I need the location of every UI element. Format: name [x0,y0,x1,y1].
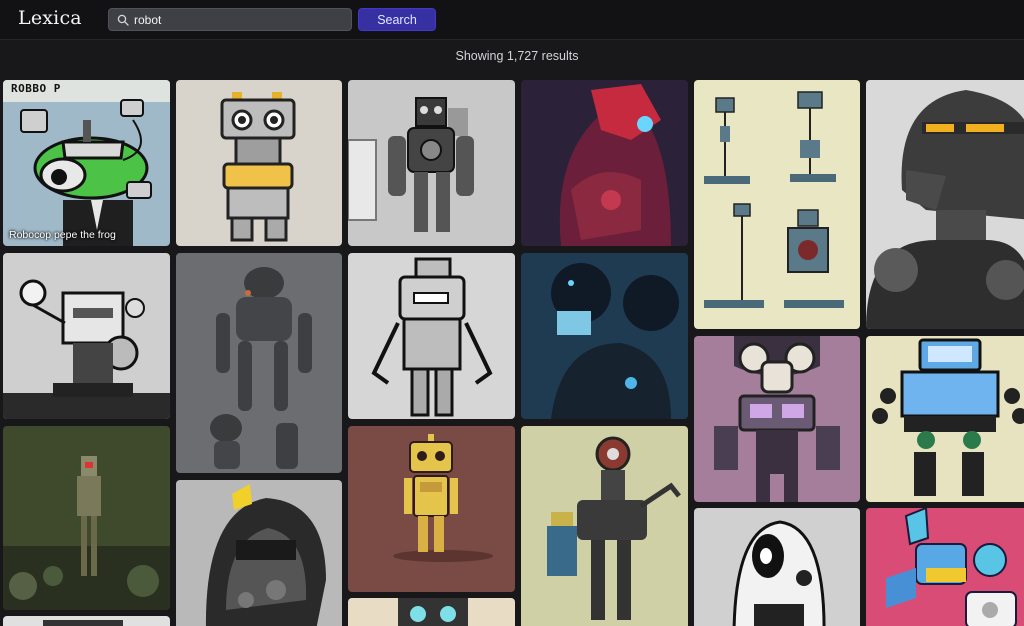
image-caption: Robocop pepe the frog [9,229,116,241]
result-image-sketch-robot[interactable] [3,253,170,419]
result-image-green-robot[interactable] [3,426,170,610]
purple-robot-illustration [694,336,860,502]
result-image-blue-screen-robot[interactable] [866,336,1024,502]
lineart-robot-illustration [348,253,515,419]
yellow-robot-illustration [348,426,515,592]
mono-robot-illustration [694,508,860,626]
result-image-helmet-robot[interactable] [176,480,342,626]
red-armor-robot-illustration [521,80,688,246]
partial-illustration [3,616,170,626]
search-box[interactable] [108,8,352,31]
helmet-robot-illustration [176,480,342,626]
mechanical-robot-illustration [521,426,688,626]
boxy-robot-illustration [176,80,342,246]
search-button[interactable]: Search [358,8,436,31]
gray-robots-illustration [176,253,342,473]
result-image-colorful-robot[interactable] [866,508,1024,626]
result-image-blueprint-robots[interactable] [694,80,860,329]
result-image-partial[interactable] [3,616,170,626]
results-count: Showing 1,727 results [455,49,579,63]
result-image-cyan-eyes[interactable] [348,598,515,626]
result-image-red-armor-robot[interactable] [521,80,688,246]
lexica-logo[interactable]: Lexica [18,7,82,29]
sketch-robot-illustration [3,253,170,419]
pencil-robot-illustration [348,80,515,246]
top-bar: Lexica Search [0,0,1024,40]
result-image-lineart-robot[interactable] [348,253,515,419]
result-image-gray-robots[interactable] [176,253,342,473]
blue-glow-robot-illustration [521,253,688,419]
result-image-yellow-robot[interactable] [348,426,515,592]
dark-knight-robot-illustration [866,80,1024,329]
result-image-boxy-robot[interactable] [176,80,342,246]
search-input[interactable] [134,11,344,28]
robocop-pepe-illustration [3,80,170,246]
result-image-mono-robot[interactable] [694,508,860,626]
result-image-pencil-robot[interactable] [348,80,515,246]
result-image-purple-robot[interactable] [694,336,860,502]
colorful-robot-illustration [866,508,1024,626]
blue-screen-robot-illustration [866,336,1024,502]
result-image-mechanical-robot[interactable] [521,426,688,626]
result-image-dark-knight-robot[interactable] [866,80,1024,329]
result-image-robocop-pepe[interactable]: ROBBO P Robocop pepe the frog [3,80,170,246]
green-robot-illustration [3,426,170,610]
cyan-eyes-illustration [348,598,515,626]
search-icon [117,14,129,26]
image-embedded-text: ROBBO P [11,82,61,95]
blueprint-robots-illustration [694,80,860,329]
result-image-blue-glow-robot[interactable] [521,253,688,419]
